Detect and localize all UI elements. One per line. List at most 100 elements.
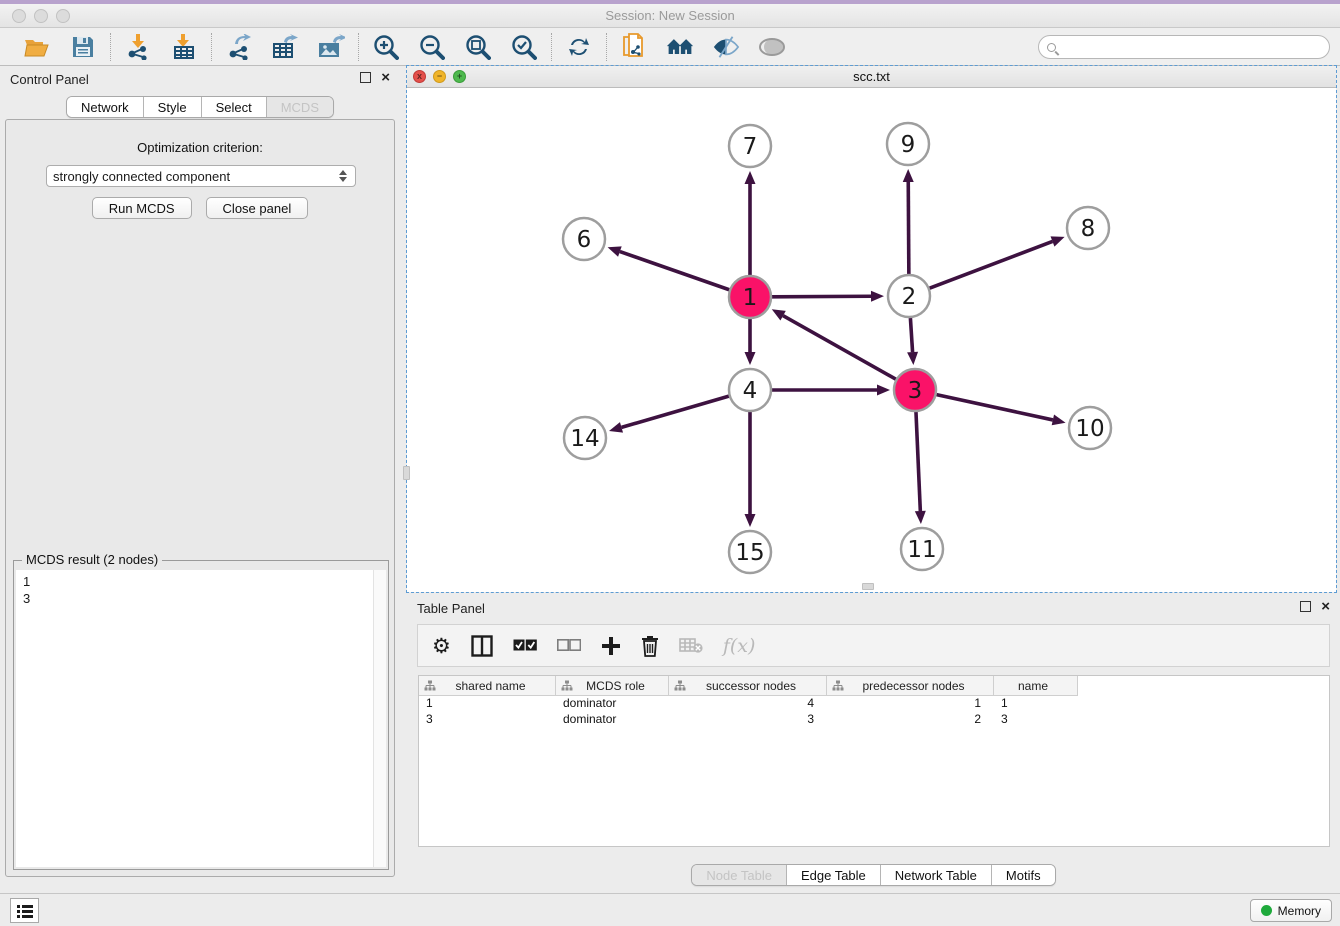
graph-node-label: 10 bbox=[1075, 416, 1104, 442]
cell-mcds-role[interactable]: dominator bbox=[556, 712, 669, 728]
status-bar: Memory bbox=[0, 893, 1340, 926]
toggle-graphics-details-icon[interactable] bbox=[712, 33, 740, 61]
memory-status-icon bbox=[1261, 905, 1272, 916]
graph-node-label: 14 bbox=[570, 426, 599, 452]
criterion-value: strongly connected component bbox=[53, 169, 339, 184]
zoom-out-icon[interactable] bbox=[418, 33, 446, 61]
cell-shared-name[interactable]: 1 bbox=[419, 696, 556, 712]
graph-node-label: 8 bbox=[1081, 216, 1096, 242]
deselect-all-icon[interactable] bbox=[557, 634, 581, 658]
graph-edge-arrow bbox=[745, 352, 756, 365]
control-panel-title: Control Panel bbox=[10, 72, 89, 87]
graph-edge[interactable] bbox=[916, 412, 920, 511]
graph-edge[interactable] bbox=[930, 241, 1053, 288]
graph-edge-arrow bbox=[745, 171, 756, 184]
result-scrollbar[interactable] bbox=[373, 570, 386, 867]
add-column-icon[interactable] bbox=[601, 634, 621, 658]
column-header-predecessor-nodes[interactable]: predecessor nodes bbox=[827, 676, 994, 696]
search-field[interactable] bbox=[1038, 35, 1330, 59]
tab-motifs[interactable]: Motifs bbox=[991, 865, 1055, 885]
apply-function-icon[interactable]: f(x) bbox=[723, 634, 756, 658]
column-header-name[interactable]: name bbox=[994, 676, 1078, 696]
tab-style[interactable]: Style bbox=[143, 97, 201, 117]
tab-select[interactable]: Select bbox=[201, 97, 266, 117]
graph-edge[interactable] bbox=[620, 252, 729, 290]
graph-edge[interactable] bbox=[621, 396, 728, 427]
graph-node-label: 3 bbox=[908, 378, 923, 404]
splitter-grip[interactable] bbox=[403, 466, 410, 480]
tab-mcds[interactable]: MCDS bbox=[266, 97, 333, 117]
graph-edge[interactable] bbox=[772, 296, 871, 297]
tab-network[interactable]: Network bbox=[67, 97, 143, 117]
memory-button[interactable]: Memory bbox=[1250, 899, 1332, 922]
network-canvas[interactable]: 7968124314101511 bbox=[407, 88, 1336, 592]
close-panel-icon[interactable]: × bbox=[1321, 601, 1330, 612]
run-mcds-button[interactable]: Run MCDS bbox=[92, 197, 192, 219]
tab-edge-table[interactable]: Edge Table bbox=[786, 865, 880, 885]
table-panel-title: Table Panel bbox=[417, 601, 485, 616]
export-image-icon[interactable] bbox=[317, 33, 345, 61]
graph-edge[interactable] bbox=[908, 182, 909, 274]
cell-predecessor-nodes[interactable]: 2 bbox=[827, 712, 994, 728]
graph-edge[interactable] bbox=[783, 316, 896, 380]
select-all-icon[interactable] bbox=[513, 634, 537, 658]
graph-node-label: 6 bbox=[577, 227, 592, 253]
zoom-in-icon[interactable] bbox=[372, 33, 400, 61]
export-table-icon[interactable] bbox=[271, 33, 299, 61]
mcds-result-box: MCDS result (2 nodes) 1 3 bbox=[13, 560, 389, 870]
network-view-titlebar[interactable]: x − + scc.txt bbox=[407, 66, 1336, 88]
close-panel-icon[interactable]: × bbox=[381, 72, 390, 83]
export-network-icon[interactable] bbox=[225, 33, 253, 61]
eye-icon[interactable] bbox=[758, 33, 786, 61]
zoom-selected-icon[interactable] bbox=[510, 33, 538, 61]
criterion-dropdown[interactable]: strongly connected component bbox=[46, 165, 356, 187]
table-settings-icon[interactable]: ⚙ bbox=[432, 634, 451, 658]
column-type-icon bbox=[424, 680, 436, 692]
cell-successor-nodes[interactable]: 3 bbox=[669, 712, 827, 728]
table-row[interactable]: 1 dominator 4 1 1 bbox=[419, 696, 1329, 712]
cell-predecessor-nodes[interactable]: 1 bbox=[827, 696, 994, 712]
split-columns-icon[interactable] bbox=[471, 634, 493, 658]
zoom-fit-icon[interactable] bbox=[464, 33, 492, 61]
cell-successor-nodes[interactable]: 4 bbox=[669, 696, 827, 712]
tab-network-table[interactable]: Network Table bbox=[880, 865, 991, 885]
search-input[interactable] bbox=[1056, 37, 1329, 57]
task-list-icon bbox=[17, 904, 33, 918]
tab-node-table[interactable]: Node Table bbox=[692, 865, 786, 885]
close-panel-button[interactable]: Close panel bbox=[206, 197, 309, 219]
refresh-icon[interactable] bbox=[565, 33, 593, 61]
graph-edge-arrow bbox=[903, 169, 914, 182]
graph-edge[interactable] bbox=[910, 318, 912, 352]
save-session-icon[interactable] bbox=[69, 33, 97, 61]
first-neighbors-icon[interactable] bbox=[666, 33, 694, 61]
table-header-row: shared name MCDS role successor nodes pr… bbox=[419, 676, 1329, 696]
delete-table-icon[interactable] bbox=[679, 634, 703, 658]
mcds-result-title: MCDS result (2 nodes) bbox=[22, 552, 162, 567]
open-session-icon[interactable] bbox=[23, 33, 51, 61]
graph-node-label: 9 bbox=[901, 132, 916, 158]
cell-name[interactable]: 1 bbox=[994, 696, 1078, 712]
graph-edge[interactable] bbox=[936, 395, 1052, 420]
graph-node-label: 4 bbox=[743, 378, 758, 404]
node-table: shared name MCDS role successor nodes pr… bbox=[418, 675, 1330, 847]
graph-edge-arrow bbox=[609, 422, 623, 433]
graph-node-label: 15 bbox=[735, 540, 764, 566]
cell-mcds-role[interactable]: dominator bbox=[556, 696, 669, 712]
import-table-icon[interactable] bbox=[170, 33, 198, 61]
float-panel-icon[interactable] bbox=[360, 72, 371, 83]
column-type-icon bbox=[832, 680, 844, 692]
delete-column-icon[interactable] bbox=[641, 634, 659, 658]
float-panel-icon[interactable] bbox=[1300, 601, 1311, 612]
mcds-result-text[interactable]: 1 3 bbox=[16, 570, 373, 867]
import-network-icon[interactable] bbox=[124, 33, 152, 61]
splitter-grip[interactable] bbox=[862, 583, 874, 590]
column-header-shared-name[interactable]: shared name bbox=[419, 676, 556, 696]
column-header-successor-nodes[interactable]: successor nodes bbox=[669, 676, 827, 696]
cell-name[interactable]: 3 bbox=[994, 712, 1078, 728]
clone-network-icon[interactable] bbox=[620, 33, 648, 61]
window-title: Session: New Session bbox=[0, 8, 1340, 23]
cell-shared-name[interactable]: 3 bbox=[419, 712, 556, 728]
table-row[interactable]: 3 dominator 3 2 3 bbox=[419, 712, 1329, 728]
task-history-button[interactable] bbox=[10, 898, 39, 923]
column-header-mcds-role[interactable]: MCDS role bbox=[556, 676, 669, 696]
